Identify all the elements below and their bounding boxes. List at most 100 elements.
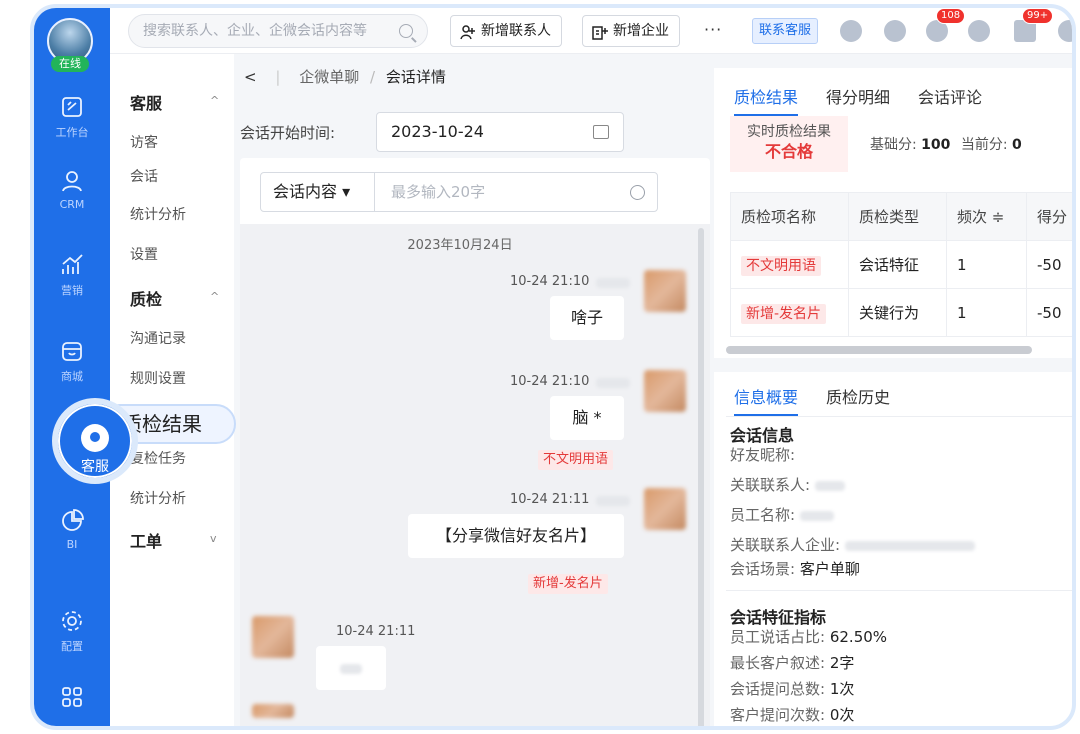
share-icon[interactable] [968, 20, 990, 42]
back-icon[interactable]: < [244, 68, 257, 86]
sortable-column-header[interactable]: 频次 ≑ [946, 192, 1027, 241]
chat-filter: 会话内容 ▾ 最多输入20字 [260, 172, 658, 212]
staff-name-label: 员工名称: [730, 506, 796, 524]
nav-section-ticket[interactable]: 工单 [130, 528, 162, 552]
filter-keyword-input[interactable]: 最多输入20字 [391, 173, 485, 211]
pie-chart-icon [59, 508, 85, 534]
nav-section-qc[interactable]: 质检 [130, 286, 162, 310]
qc-item-frequency[interactable]: 1 [946, 288, 1027, 337]
chevron-up-icon[interactable]: ^ [210, 94, 219, 107]
start-date-picker[interactable]: 2023-10-24 [376, 112, 624, 152]
metrics-title: 会话特征指标 [730, 608, 827, 627]
table-row[interactable]: 不文明用语 会话特征 1 -50 [730, 240, 1072, 289]
nav-item-qc-stats[interactable]: 统计分析 [130, 488, 186, 508]
chat-bubble[interactable]: 脑 * [550, 396, 624, 440]
user-menu-icon[interactable] [1058, 20, 1072, 42]
sender-name [596, 278, 630, 288]
tab-session-comments[interactable]: 会话评论 [918, 84, 982, 114]
nav-section-kefu[interactable]: 客服 [130, 90, 162, 114]
rail-item-bi[interactable]: BI [34, 508, 110, 551]
rail-label: 客服 [81, 459, 109, 475]
secondary-nav: 客服 ^ 访客 会话 统计分析 设置 质检 ^ 沟通记录 规则设置 复检任务 统… [110, 54, 234, 726]
contact-service-button[interactable]: 联系客服 [752, 18, 819, 44]
session-scene-row: 会话场景: 客户单聊 [730, 558, 860, 579]
add-person-icon [460, 25, 475, 40]
chat-bubble[interactable] [316, 646, 386, 690]
rail-item-config[interactable]: 配置 [34, 608, 110, 654]
rail-item-workbench[interactable]: 工作台 [34, 94, 110, 140]
tab-qc-result[interactable]: 质检结果 [734, 84, 799, 116]
search-input[interactable]: 搜索联系人、企业、企微会话内容等 [128, 14, 428, 48]
chat-bubble[interactable]: 【分享微信好友名片】 [408, 514, 624, 558]
realtime-result-box: 实时质检结果 不合格 [730, 116, 848, 172]
chat-bubble[interactable]: 啥子 [550, 296, 624, 340]
realtime-result-value: 不合格 [764, 142, 813, 161]
nav-item-session[interactable]: 会话 [130, 166, 158, 186]
related-contact-label: 关联联系人: [730, 476, 811, 494]
nav-item-rule-settings[interactable]: 规则设置 [130, 368, 186, 388]
more-menu[interactable]: ··· [704, 20, 722, 39]
nav-item-settings[interactable]: 设置 [130, 244, 158, 264]
divider [726, 590, 1072, 591]
staff-speech-ratio-value: 62.50% [829, 628, 888, 646]
table-horizontal-scrollbar[interactable] [726, 346, 1032, 354]
search-icon[interactable] [630, 185, 645, 200]
qc-item-name: 新增-发名片 [741, 303, 827, 324]
table-row[interactable]: 新增-发名片 关键行为 1 -50 [730, 288, 1072, 337]
qc-item-score: -50 [1026, 288, 1072, 337]
info-icon[interactable] [884, 20, 906, 42]
refresh-icon[interactable] [840, 20, 862, 42]
customer-questions-value: 0次 [829, 706, 855, 724]
chat-date: 2023年10月24日 [407, 238, 513, 253]
rail-label: CRM [59, 198, 85, 211]
filter-type-select[interactable]: 会话内容 ▾ [261, 173, 375, 211]
rail-item-customer-service[interactable]: 客服 [52, 398, 138, 484]
rail-item-store[interactable]: 商城 [34, 338, 110, 384]
breadcrumb: < | 企微单聊 / 会话详情 [244, 68, 446, 86]
qc-tabs: 质检结果 得分明细 会话评论 [734, 84, 1010, 116]
chat-scrollbar[interactable] [698, 228, 704, 726]
nav-item-comm-records[interactable]: 沟通记录 [130, 328, 186, 348]
realtime-result-label: 实时质检结果 [747, 124, 831, 140]
workbench-icon [59, 94, 85, 120]
avatar [252, 616, 294, 658]
add-company-label: 新增企业 [613, 23, 669, 39]
nav-item-stats[interactable]: 统计分析 [130, 204, 186, 224]
qc-item-type: 会话特征 [848, 240, 947, 289]
column-header: 得分 [1026, 192, 1072, 241]
avatar [644, 370, 686, 412]
rail-item-apps[interactable] [34, 684, 110, 714]
related-company-label: 关联联系人企业: [730, 536, 841, 554]
add-building-icon [592, 26, 608, 40]
longest-customer-value: 2字 [829, 654, 855, 672]
info-tabs: 信息概要 质检历史 [734, 384, 918, 416]
marketing-icon [59, 252, 85, 278]
top-bar: 搜索联系人、企业、企微会话内容等 新增联系人 新增企业 ··· 联系客服 108… [110, 8, 1072, 54]
sender-name [596, 378, 630, 388]
search-icon [399, 24, 413, 38]
qc-violation-tag: 新增-发名片 [528, 574, 608, 594]
session-scene-value: 客户单聊 [799, 560, 860, 578]
longest-customer-row: 最长客户叙述: 2字 [730, 652, 854, 673]
add-company-button[interactable]: 新增企业 [582, 15, 680, 47]
tab-info-summary[interactable]: 信息概要 [734, 384, 799, 416]
nav-item-visitor[interactable]: 访客 [130, 132, 158, 152]
chevron-up-icon[interactable]: ^ [210, 290, 219, 303]
nav-item-recheck-tasks[interactable]: 复检任务 [130, 448, 186, 468]
left-rail: 在线 工作台 CRM 营销 商城 BI 配置 [34, 8, 110, 726]
qc-item-frequency[interactable]: 1 [946, 240, 1027, 289]
tab-qc-history[interactable]: 质检历史 [826, 384, 890, 414]
qc-result-card: 质检结果 得分明细 会话评论 实时质检结果 不合格 基础分: 100 当前分: 0 … [714, 68, 1072, 358]
rail-item-crm[interactable]: CRM [34, 168, 110, 211]
rail-item-marketing[interactable]: 营销 [34, 252, 110, 298]
chat-panel: 会话内容 ▾ 最多输入20字 2023年10月24日 10-24 21:10 啥… [240, 158, 710, 726]
customer-questions-row: 客户提问次数: 0次 [730, 704, 854, 725]
total-questions-value: 1次 [829, 680, 855, 698]
total-questions-row: 会话提问总数: 1次 [730, 678, 854, 699]
tab-score-detail[interactable]: 得分明细 [826, 84, 890, 114]
rail-label: 商城 [61, 370, 83, 383]
add-contact-button[interactable]: 新增联系人 [450, 15, 562, 47]
breadcrumb-parent[interactable]: 企微单聊 [299, 68, 359, 86]
chevron-down-icon[interactable]: v [210, 532, 217, 545]
qc-items-table: 质检项名称 质检类型 频次 ≑ 得分 不文明用语 会话特征 1 -50 新增-发… [730, 192, 1072, 337]
